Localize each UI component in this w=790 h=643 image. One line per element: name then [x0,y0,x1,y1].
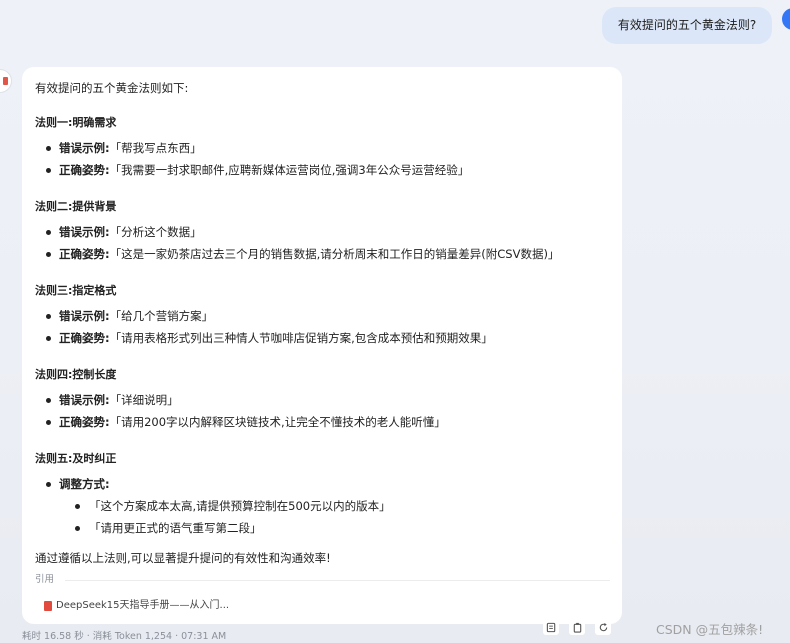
watermark: CSDN @五包辣条! [656,622,764,637]
refresh-icon [599,622,607,631]
rule-bullets: 调整方式: 「这个方案成本太高,请提供预算控制在500元以内的版本」 「请用更正… [35,473,610,539]
rule-title: 法则三:指定格式 [35,284,117,297]
rule-bullets: 错误示例:「给几个营销方案」 正确姿势:「请用表格形式列出三种情人节咖啡店促销方… [35,305,610,349]
right-example: 「我需要一封求职邮件,应聘新媒体运营岗位,强调3年公众号运营经验」 [109,163,470,177]
list-item: 错误示例:「分析这个数据」 [35,221,610,243]
list-item: 正确姿势:「请用200字以内解释区块链技术,让完全不懂技术的老人能听懂」 [35,411,610,433]
bot-avatar [0,69,12,93]
right-example: 「这是一家奶茶店过去三个月的销售数据,请分析周末和工作日的销量差异(附CSV数据… [109,247,560,261]
adjust-label: 调整方式: [59,477,110,491]
wrong-label: 错误示例: [59,393,110,407]
right-label: 正确姿势: [59,331,110,345]
divider [65,580,610,581]
regenerate-button[interactable] [595,619,611,635]
wrong-label: 错误示例: [59,141,110,155]
rule-title: 法则五:及时纠正 [35,452,117,465]
pdf-icon [44,601,52,611]
rule-bullets: 错误示例:「分析这个数据」 正确姿势:「这是一家奶茶店过去三个月的销售数据,请分… [35,221,610,265]
right-label: 正确姿势: [59,247,110,261]
answer-card: 有效提问的五个黄金法则如下: 法则一:明确需求 错误示例:「帮我写点东西」 正确… [22,67,622,624]
rule-title: 法则一:明确需求 [35,116,117,129]
adjust-sublist: 「这个方案成本太高,请提供预算控制在500元以内的版本」 「请用更正式的语气重写… [59,495,610,539]
wrong-example: 「详细说明」 [109,393,179,407]
wrong-label: 错误示例: [59,225,110,239]
right-label: 正确姿势: [59,163,110,177]
rule-title: 法则四:控制长度 [35,368,117,381]
copy-button[interactable] [569,619,585,635]
right-example: 「请用200字以内解释区块链技术,让完全不懂技术的老人能听懂」 [109,415,446,429]
list-item: 「请用更正式的语气重写第二段」 [59,517,610,539]
list-item: 正确姿势:「我需要一封求职邮件,应聘新媒体运营岗位,强调3年公众号运营经验」 [35,159,610,181]
answer-intro: 有效提问的五个黄金法则如下: [35,81,189,95]
user-message-bubble: 有效提问的五个黄金法则? [602,7,772,44]
list-item: 「这个方案成本太高,请提供预算控制在500元以内的版本」 [59,495,610,517]
wrong-label: 错误示例: [59,309,110,323]
edit-icon [546,622,555,632]
rule-bullets: 错误示例:「详细说明」 正确姿势:「请用200字以内解释区块链技术,让完全不懂技… [35,389,610,433]
wrong-example: 「分析这个数据」 [109,225,202,239]
right-example: 「请用表格形式列出三种情人节咖啡店促销方案,包含成本预估和预期效果」 [109,331,493,345]
message-toolbar [543,619,611,635]
edit-button[interactable] [543,619,559,635]
list-item: 错误示例:「帮我写点东西」 [35,137,610,159]
list-item: 调整方式: 「这个方案成本太高,请提供预算控制在500元以内的版本」 「请用更正… [35,473,610,539]
user-avatar [782,8,790,30]
message-meta: 耗时 16.58 秒 · 消耗 Token 1,254 · 07:31 AM [22,631,227,642]
copy-icon [573,622,581,633]
rule-bullets: 错误示例:「帮我写点东西」 正确姿势:「我需要一封求职邮件,应聘新媒体运营岗位,… [35,137,610,181]
bot-logo-icon [3,77,8,85]
list-item: 正确姿势:「请用表格形式列出三种情人节咖啡店促销方案,包含成本预估和预期效果」 [35,327,610,349]
wrong-example: 「帮我写点东西」 [109,141,202,155]
rule-title: 法则二:提供背景 [35,200,117,213]
reference-title: DeepSeek15天指导手册——从入门... [56,600,230,611]
list-item: 正确姿势:「这是一家奶茶店过去三个月的销售数据,请分析周末和工作日的销量差异(附… [35,243,610,265]
right-label: 正确姿势: [59,415,110,429]
list-item: 错误示例:「给几个营销方案」 [35,305,610,327]
user-message-text: 有效提问的五个黄金法则? [617,18,757,32]
answer-outro: 通过遵循以上法则,可以显著提升提问的有效性和沟通效率! [35,551,331,565]
list-item: 错误示例:「详细说明」 [35,389,610,411]
wrong-example: 「给几个营销方案」 [109,309,214,323]
reference-link[interactable]: DeepSeek15天指导手册——从入门... [35,598,610,614]
